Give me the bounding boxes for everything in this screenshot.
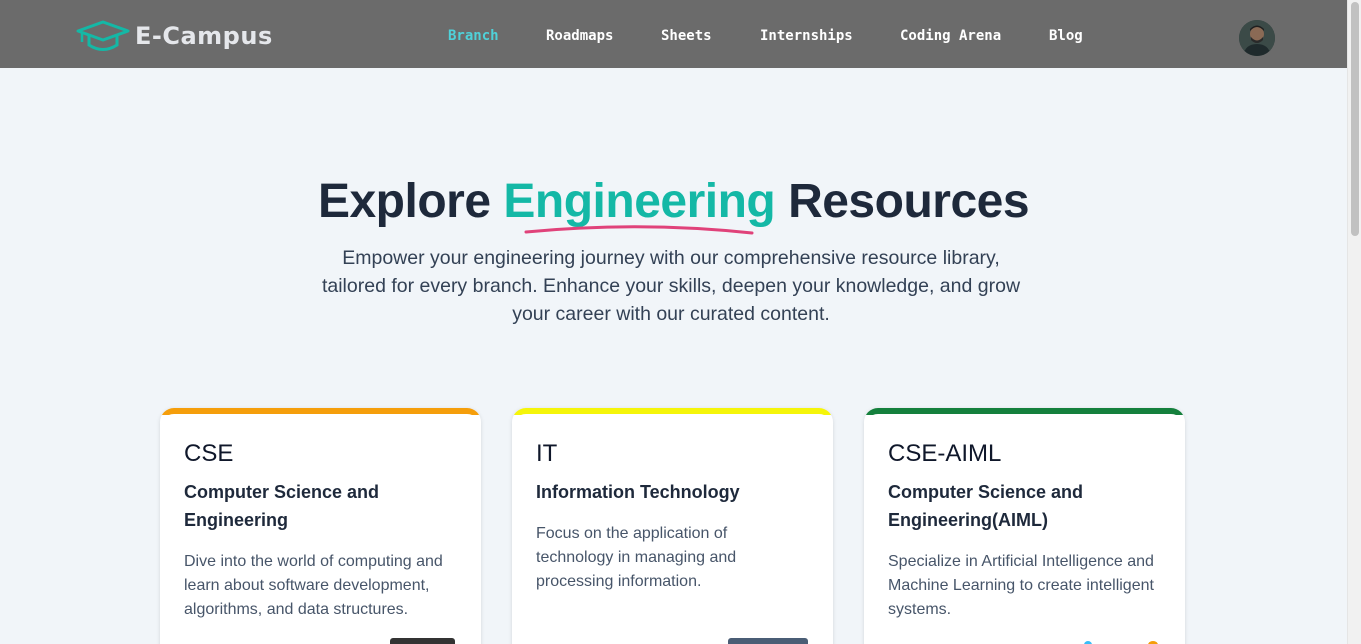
page-scrollbar[interactable] — [1347, 0, 1361, 644]
scrollbar-thumb[interactable] — [1351, 2, 1359, 236]
card-code: IT — [536, 440, 558, 467]
card-illustration — [728, 638, 808, 644]
nav-internships[interactable]: Internships — [760, 28, 853, 44]
branch-card-it[interactable]: IT Information Technology Focus on the a… — [512, 408, 833, 644]
card-description: Specialize in Artificial Intelligence an… — [888, 553, 1154, 618]
hero-subtitle: Empower your engineering journey with ou… — [321, 247, 1021, 325]
title-underline — [524, 225, 754, 235]
nav-sheets[interactable]: Sheets — [661, 28, 712, 44]
nav-blog[interactable]: Blog — [1049, 28, 1083, 44]
card-illustration — [390, 638, 455, 644]
main-nav: Branch Roadmaps Sheets Internships Codin… — [0, 28, 1347, 48]
card-name: Information Technology — [536, 482, 740, 502]
branch-card-cse[interactable]: CSE Computer Science and Engineering Div… — [160, 408, 481, 644]
nav-coding-arena[interactable]: Coding Arena — [900, 28, 1001, 44]
branch-card-cse-aiml[interactable]: CSE-AIML Computer Science and Engineerin… — [864, 408, 1185, 644]
card-code: CSE-AIML — [888, 440, 1002, 467]
nav-branch[interactable]: Branch — [448, 28, 499, 44]
nav-roadmaps[interactable]: Roadmaps — [546, 28, 613, 44]
title-prefix: Explore — [317, 175, 504, 228]
navbar: E-Campus Branch Roadmaps Sheets Internsh… — [0, 0, 1347, 68]
card-code: CSE — [184, 440, 234, 467]
card-description: Dive into the world of computing and lea… — [184, 553, 443, 618]
user-avatar[interactable] — [1239, 20, 1275, 56]
card-name: Computer Science and Engineering — [184, 482, 380, 530]
card-name: Computer Science and Engineering(AIML) — [888, 482, 1084, 530]
card-description: Focus on the application of technology i… — [536, 525, 737, 590]
title-suffix: Resources — [775, 175, 1030, 228]
